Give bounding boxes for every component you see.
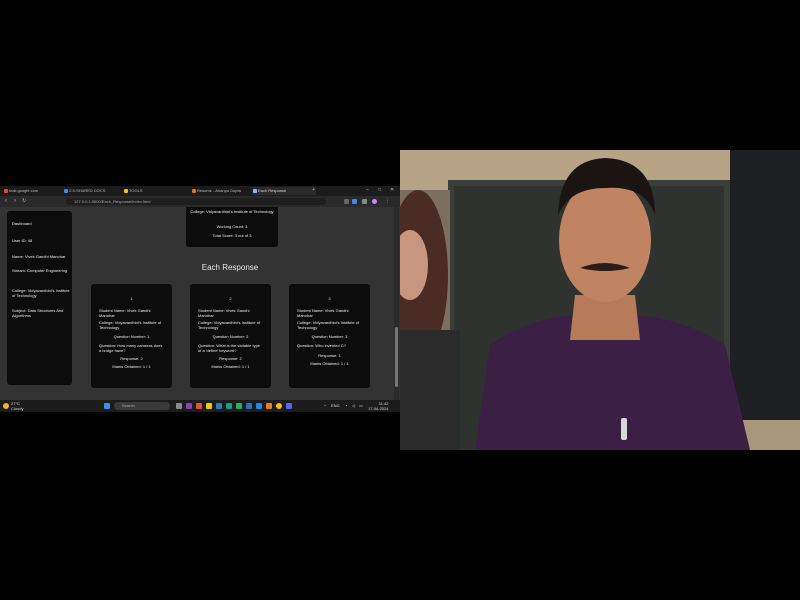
app-icon[interactable] [266,403,272,409]
card-college: College: Vidyavardhini's Institute of Te… [297,320,360,330]
excel-icon[interactable] [236,403,242,409]
extension-icon[interactable] [352,199,357,204]
sidebar-college: College: Vidyavardhini's Institute of Te… [12,288,70,298]
menu-icon[interactable]: ⋮ [385,197,390,206]
tab-each-response[interactable]: Each Response [252,187,316,195]
downloads-icon[interactable] [362,199,367,204]
teams-icon[interactable] [186,403,192,409]
tools-icon [124,189,128,193]
card-marks: Marks Obtained: 1 / 1 [112,364,151,369]
summary-college: College: Vidyavardhini's Institute of Te… [190,209,274,214]
user-sidebar: Dashboard User ID: 48 Name: Vivek Gandhi… [7,211,72,385]
summary-total-score: Total Score: 3 out of 3 [212,233,252,238]
page-content: Dashboard User ID: 48 Name: Vivek Gandhi… [0,207,400,400]
response-card: 3 Student Name: Vivek Gandhi Manohar Col… [289,284,370,388]
wifi-icon[interactable]: ◔ [345,401,347,411]
sidebar-stream: Stream: Computer Engineering [12,268,68,273]
card-question-number: Question Number: 1 [113,334,150,339]
close-icon[interactable]: ✕ [390,186,394,195]
address-bar[interactable]: 127.0.0.1:5500/Each_Response/index.html [66,198,326,205]
webcam-image [400,150,800,450]
browser-nav-bar: ‹ › ↻ 127.0.0.1:5500/Each_Response/index… [0,196,400,207]
weather-icon [3,403,9,409]
summary-card: College: Vidyavardhini's Institute of Te… [186,207,278,247]
sidebar-user-id: User ID: 48 [12,238,33,243]
battery-icon[interactable]: ▭ [359,401,363,411]
docs-icon [64,189,68,193]
chrome-icon[interactable] [276,403,282,409]
card-response: Response: 2 [219,356,242,361]
card-number: 2 [229,296,232,301]
pen [621,418,627,440]
forward-icon[interactable]: › [14,197,16,206]
sidebar-dashboard[interactable]: Dashboard [12,221,72,226]
tab-mail[interactable]: mail.google.com [3,187,67,195]
card-college: College: Vidyavardhini's Institute of Te… [99,320,162,330]
browser-tab-bar: mail.google.com 2-9-SHARED DOCS TOOLS Re… [0,186,400,196]
person-left-body [400,330,460,450]
sidebar-subject: Subject: Data Structures And Algorithms [12,308,64,318]
webcam-feed [400,150,800,450]
sidebar-name: Name: Vivek Gandhi Manohar [12,254,66,259]
card-marks: Marks Obtained: 1 / 1 [211,364,250,369]
tray-chevron-icon[interactable]: ^ [324,401,326,411]
tab-tools[interactable]: TOOLS [123,187,187,195]
card-question-number: Question Number: 2 [212,334,249,339]
new-tab-icon[interactable]: + [312,186,315,195]
vscode-icon[interactable] [256,403,262,409]
windows-taskbar: 27°C Cloudy Search ^ ENG ◔ ◁ ▭ 11:42 17-04… [0,400,400,412]
profile-avatar[interactable] [372,199,377,204]
card-response: Response: 2 [120,356,143,361]
file-explorer-icon[interactable] [206,403,212,409]
start-icon[interactable] [104,403,110,409]
page-icon [253,189,257,193]
card-question: Question: How many cameras does a bridge… [99,343,163,353]
tab-resume[interactable]: Resume - Ananya Gupta [191,187,255,195]
card-student-name: Student Name: Vivek Gandhi Manohar [297,308,349,318]
response-card: 1 Student Name: Vivek Gandhi Manohar Col… [91,284,172,388]
resume-icon [192,189,196,193]
edge-icon[interactable] [216,403,222,409]
card-question-number: Question Number: 3 [311,334,348,339]
response-card: 2 Student Name: Vivek Gandhi Manohar Col… [190,284,271,388]
clock[interactable]: 11:42 17-04-2024 [368,401,388,411]
search-input[interactable]: Search [114,402,170,410]
app-icon[interactable] [196,403,202,409]
reload-icon[interactable]: ↻ [22,197,26,206]
card-question: Question: Who invented C? [297,343,346,348]
card-marks: Marks Obtained: 1 / 1 [310,361,349,366]
minimize-icon[interactable]: – [366,186,369,195]
shared-screen: mail.google.com 2-9-SHARED DOCS TOOLS Re… [0,186,400,412]
app-icon[interactable] [286,403,292,409]
bookmark-icon[interactable] [344,199,349,204]
card-question: Question: What is the variable type of a… [198,343,261,353]
section-title: Each Response [201,263,259,272]
card-number: 1 [130,296,133,301]
word-icon[interactable] [246,403,252,409]
summary-working-count: Working Count: 3 [216,224,248,229]
tab-shared-docs[interactable]: 2-9-SHARED DOCS [63,187,127,195]
task-view-icon[interactable] [176,403,182,409]
card-number: 3 [328,296,331,301]
back-icon[interactable]: ‹ [5,197,7,206]
card-college: College: Vidyavardhini's Institute of Te… [198,320,261,330]
card-response: Response: 1 [318,353,341,358]
language-indicator[interactable]: ENG [331,401,340,411]
store-icon[interactable] [226,403,232,409]
projector-screen [730,150,800,420]
scrollbar-thumb[interactable] [395,327,398,387]
page-scrollbar[interactable] [394,207,399,400]
weather-widget[interactable]: 27°C Cloudy [11,401,23,411]
speaker-icon[interactable]: ◁ [352,401,355,411]
card-student-name: Student Name: Vivek Gandhi Manohar [198,308,250,318]
maximize-icon[interactable]: □ [378,186,381,195]
mail-icon [4,189,8,193]
card-student-name: Student Name: Vivek Gandhi Manohar [99,308,151,318]
